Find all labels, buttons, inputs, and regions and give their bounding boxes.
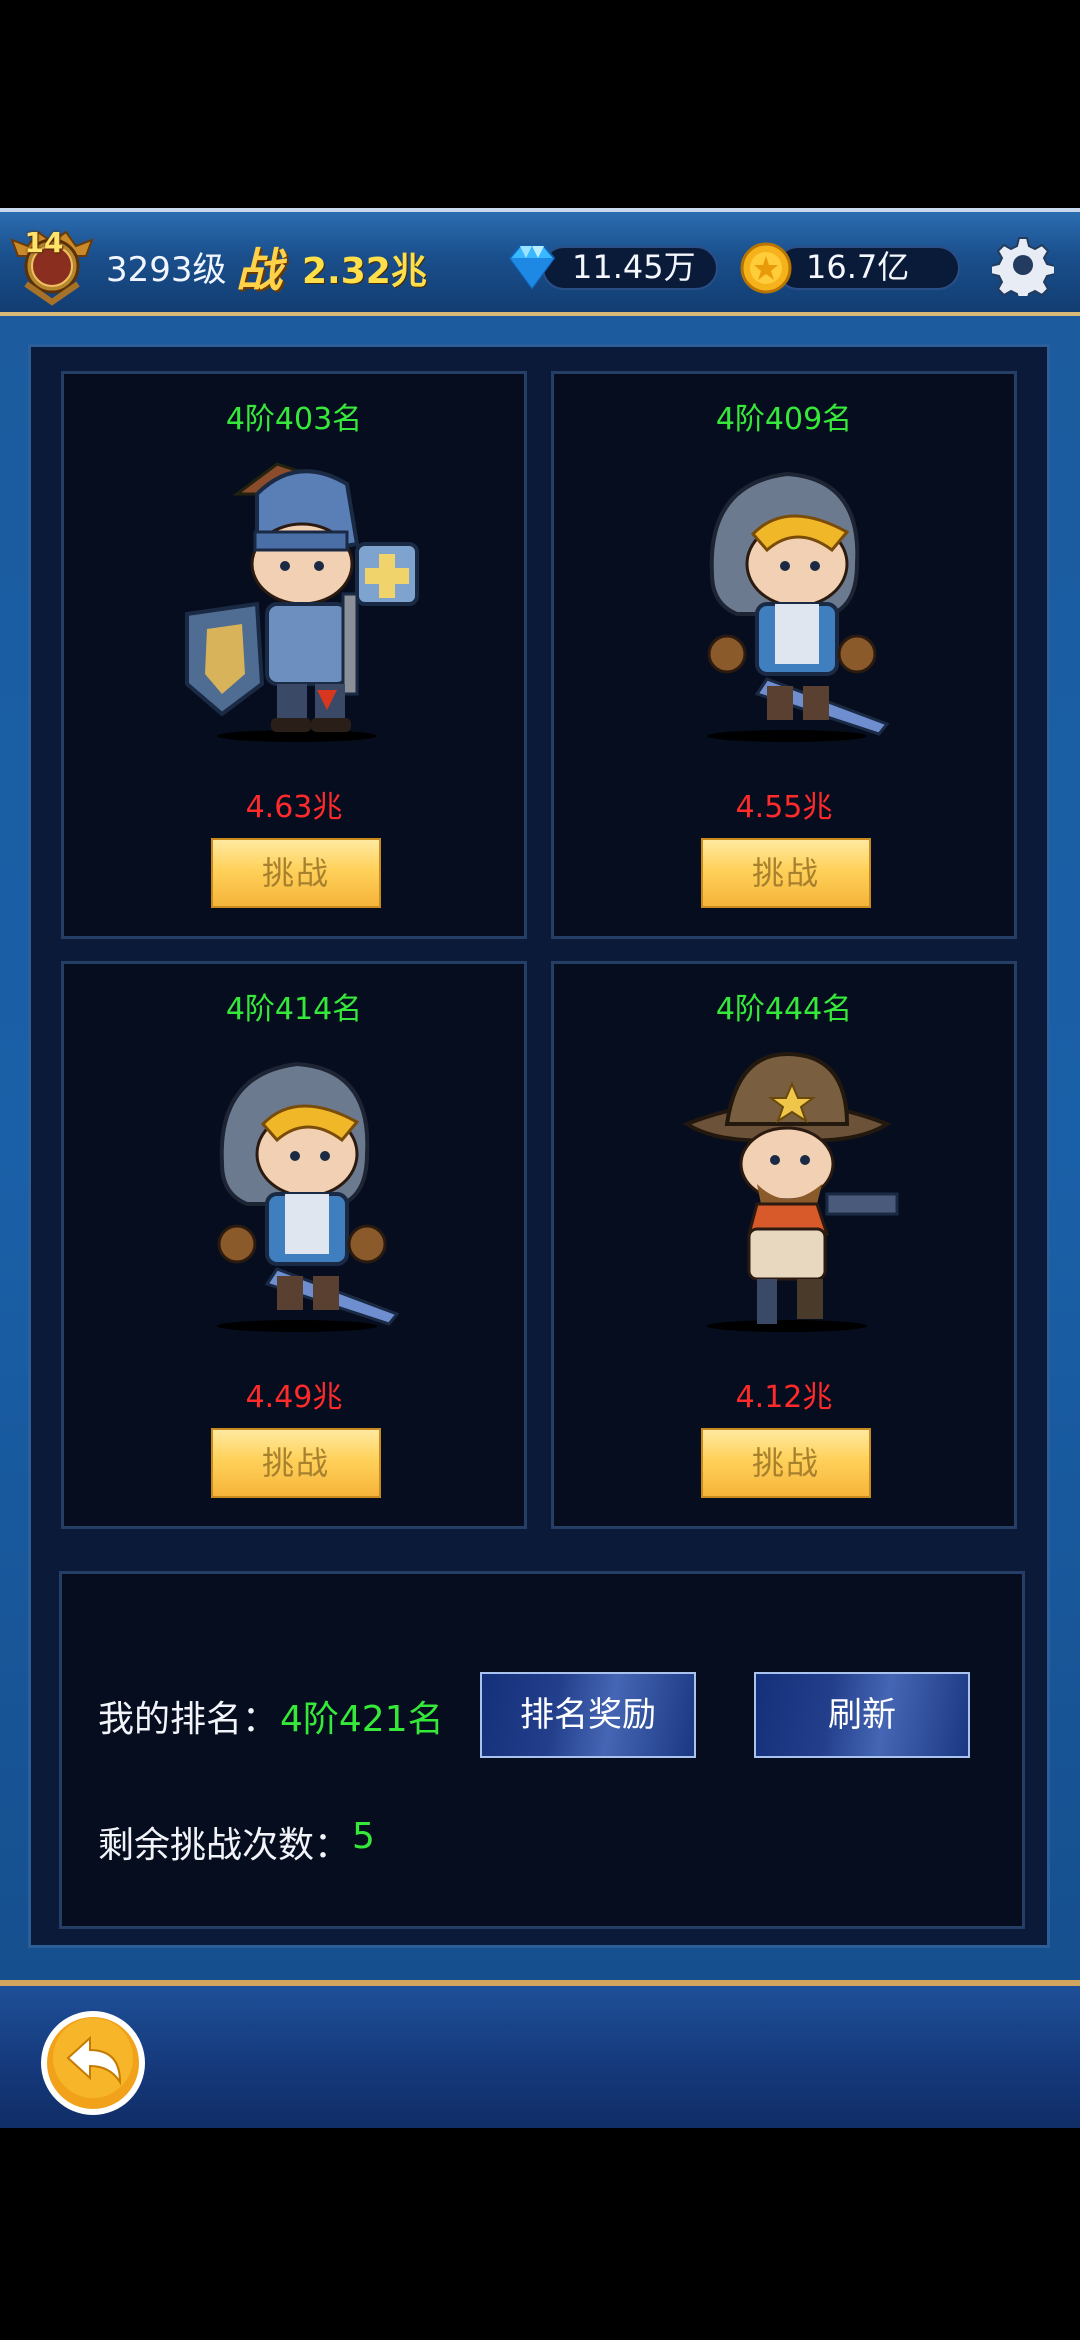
opponent-rank: 4阶403名: [225, 402, 363, 437]
challenge-button[interactable]: 挑战: [211, 1428, 381, 1498]
opponent-card: 4阶403名 4.63兆 挑战: [61, 371, 527, 939]
knight-portrait: [185, 462, 419, 742]
remaining-challenges-value: 5: [352, 1816, 375, 1857]
player-power: 2.32兆: [302, 251, 427, 292]
gold-coin-icon: [740, 242, 792, 294]
player-level: 3293级: [106, 250, 227, 290]
opponent-card: 4阶444名 4.12兆 挑战: [551, 961, 1017, 1529]
back-arrow-icon[interactable]: [38, 2008, 148, 2118]
challenge-button[interactable]: 挑战: [701, 1428, 871, 1498]
diamond-icon: [508, 245, 556, 290]
power-icon: 战: [236, 243, 282, 297]
opponent-card: 4阶409名 4.55兆 挑战: [551, 371, 1017, 939]
my-rank-value: 4阶421名: [280, 1699, 444, 1740]
opponent-power: 4.12兆: [735, 1380, 833, 1415]
opponent-rank: 4阶414名: [225, 992, 363, 1027]
refresh-button[interactable]: 刷新: [754, 1672, 970, 1758]
challenge-button[interactable]: 挑战: [701, 838, 871, 908]
opponent-power: 4.55兆: [735, 790, 833, 825]
remaining-challenges-label: 剩余挑战次数：: [98, 1825, 351, 1866]
rank-reward-button[interactable]: 排名奖励: [480, 1672, 696, 1758]
hooded-swordsman-portrait: [707, 471, 890, 742]
arena-frame: 4阶403名 4.63兆 挑战 4阶409名 4.55兆 挑战 4阶414名 4…: [0, 316, 1080, 1980]
hooded-swordsman-portrait: [217, 1061, 400, 1332]
arena-panel: 4阶403名 4.63兆 挑战 4阶409名 4.55兆 挑战 4阶414名 4…: [28, 344, 1050, 1948]
sheriff-portrait: [682, 1051, 899, 1332]
my-rank-panel: 我的排名： 4阶421名 排名奖励 刷新 剩余挑战次数： 5: [59, 1571, 1025, 1929]
challenge-button[interactable]: 挑战: [211, 838, 381, 908]
my-rank-label: 我的排名：: [98, 1699, 279, 1740]
opponent-rank: 4阶409名: [715, 402, 853, 437]
gear-icon[interactable]: [992, 234, 1054, 296]
bottom-bar: [0, 1980, 1080, 2128]
vip-level-number: 14: [24, 226, 64, 259]
top-status-bar: 14 3293级 战 2.32兆 11.45万 16.7亿: [0, 208, 1080, 316]
opponent-power: 4.63兆: [245, 790, 343, 825]
coin-count: 16.7亿: [806, 248, 910, 286]
opponent-card: 4阶414名 4.49兆 挑战: [61, 961, 527, 1529]
opponent-rank: 4阶444名: [715, 992, 853, 1027]
diamond-count: 11.45万: [572, 248, 696, 286]
opponent-power: 4.49兆: [245, 1380, 343, 1415]
